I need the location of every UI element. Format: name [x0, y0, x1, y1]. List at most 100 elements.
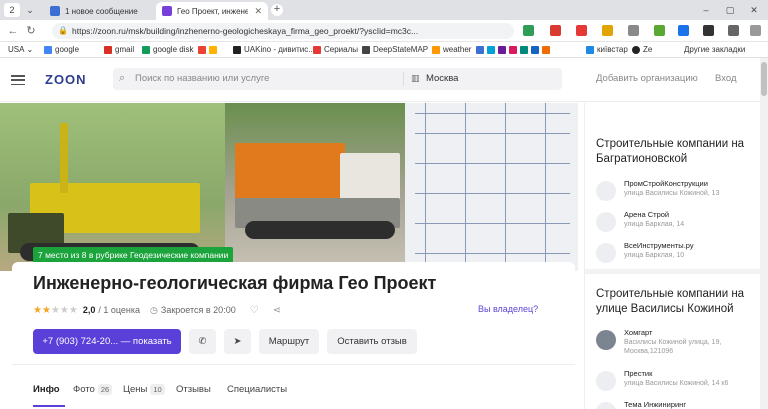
tab-prices[interactable]: Цены 10 [123, 384, 165, 395]
zoon-logo[interactable]: ZOON [45, 72, 87, 87]
tab-messages[interactable]: 1 новое сообщение [44, 2, 152, 20]
company-name: Тема Инжиниринг [624, 400, 687, 409]
extension-icon[interactable] [550, 25, 561, 36]
sidebar-section-title[interactable]: Строительные компании на Багратионовской [596, 137, 761, 167]
map-icon: ▥ [411, 73, 420, 83]
clock-icon: ◷ [150, 304, 158, 315]
bookmark-serials[interactable]: Сериалы [313, 44, 358, 56]
opening-hours[interactable]: Закроется в 20:00 [161, 305, 236, 315]
rating-count[interactable]: / 1 оценка [98, 305, 140, 315]
photo-drilling-rig-yellow[interactable] [0, 103, 225, 271]
minimize-icon[interactable]: – [700, 3, 712, 17]
star-icon[interactable]: ★ [69, 305, 78, 316]
whatsapp-icon: ✆ [198, 336, 207, 347]
bookmark-deepstatemap[interactable]: DeepStateMAP [362, 44, 428, 56]
browser-tab-bar: 2 ⌄ 1 новое сообщение Гео Проект, инжене… [0, 0, 768, 20]
map-icon [362, 46, 370, 54]
company-address: улица Барклая, 14 [624, 221, 685, 228]
other-bookmarks[interactable]: Другие закладки [684, 44, 745, 56]
lock-icon: 🔒 [58, 26, 68, 35]
extension-icon[interactable] [678, 25, 689, 36]
company-avatar [596, 212, 616, 232]
bookmark-extra[interactable] [198, 44, 220, 56]
tab-counter[interactable]: 2 [4, 3, 20, 17]
window-close-icon[interactable]: ✕ [748, 3, 760, 17]
bookmark-kyivstar[interactable]: київстар [586, 44, 628, 56]
bookmark-google[interactable]: google [44, 44, 79, 56]
sidebar: Строительные компании на Багратионовской… [584, 103, 761, 409]
uakino-icon [233, 46, 241, 54]
close-icon[interactable]: ✕ [254, 6, 262, 17]
sidebar-section-title[interactable]: Строительные компании на улице Василисы … [596, 287, 761, 317]
company-address: Василисы Кожиной улица, 19, [624, 339, 722, 346]
sidebar-company-item[interactable]: Престик улица Василисы Кожиной, 14 к6 [596, 369, 761, 393]
whatsapp-button[interactable]: ✆ [189, 329, 216, 354]
google-icon [44, 46, 52, 54]
sidebar-company-item[interactable]: Хомгарт Василисы Кожиной улица, 19, Моск… [596, 328, 761, 358]
sidebar-company-item[interactable]: Тема Инжиниринг [596, 400, 761, 409]
download-arrow-icon[interactable] [750, 25, 761, 36]
scrollbar[interactable] [760, 58, 768, 409]
search-icon: ⌕ [119, 72, 126, 84]
tab-geo-project[interactable]: Гео Проект, инженерно ✕ [156, 2, 268, 20]
share-icon[interactable]: ⋖ [273, 305, 281, 316]
bookmark-weather[interactable]: weather [432, 44, 471, 56]
extension-icon[interactable] [628, 25, 639, 36]
chevron-down-icon[interactable]: ⌄ [24, 3, 36, 17]
sidebar-company-item[interactable]: Арена Строй улица Барклая, 14 [596, 210, 761, 234]
bookmark-usa[interactable]: USA ⌄ [8, 44, 33, 56]
bookmark-gmail[interactable]: gmail [104, 44, 134, 56]
search-input[interactable]: Поиск по названию или услуге [135, 73, 269, 84]
leave-review-button[interactable]: Оставить отзыв [327, 329, 417, 354]
telegram-button[interactable]: ➤ [224, 329, 251, 354]
extension-icon[interactable] [703, 25, 714, 36]
bookmark-ze[interactable]: Ze [632, 44, 652, 56]
company-address: улица Василисы Кожиной, 14 к6 [624, 380, 729, 387]
star-icon[interactable]: ★ [42, 305, 51, 316]
photo-document-table[interactable] [405, 103, 578, 271]
tab-favicon [162, 6, 172, 16]
company-address: улица Василисы Кожиной, 13 [624, 190, 720, 197]
reload-icon[interactable]: ↻ [24, 24, 38, 38]
star-icon[interactable]: ★ [51, 305, 60, 316]
bookmark-icon [209, 46, 217, 54]
sidebar-company-item[interactable]: ПромСтройКонструкции улица Василисы Кожи… [596, 179, 761, 203]
owner-link[interactable]: Вы владелец? [478, 304, 538, 314]
route-button[interactable]: Маршрут [259, 329, 319, 354]
new-tab-button[interactable]: + [271, 4, 283, 16]
maximize-icon[interactable]: ▢ [724, 3, 736, 17]
extension-icon[interactable] [576, 25, 587, 36]
company-name: Хомгарт [624, 328, 653, 337]
photo-gallery[interactable] [0, 103, 578, 271]
add-organization-link[interactable]: Добавить организацию [596, 73, 698, 84]
back-icon[interactable]: ← [6, 24, 20, 38]
download-icon[interactable] [654, 25, 665, 36]
tab-specialists[interactable]: Специалисты [227, 384, 287, 395]
city-selector[interactable]: Москва [426, 73, 458, 84]
sidebar-company-item[interactable]: ВсеИнструменты.ру улица Барклая, 10 [596, 241, 761, 265]
login-link[interactable]: Вход [715, 73, 737, 84]
tab-info[interactable]: Инфо [33, 384, 60, 395]
extension-icon[interactable] [602, 25, 613, 36]
bookmark-google-disk[interactable]: google disk [142, 44, 193, 56]
divider [585, 269, 761, 274]
heart-icon[interactable]: ♡ [250, 305, 259, 316]
menu-icon[interactable] [728, 25, 739, 36]
tab-photos[interactable]: Фото 26 [73, 384, 113, 395]
extension-icon[interactable] [523, 25, 534, 36]
star-icon[interactable]: ★ [33, 305, 42, 316]
scrollbar-thumb[interactable] [761, 62, 767, 96]
company-avatar [596, 181, 616, 201]
photo-drilling-rig-orange[interactable] [225, 103, 405, 271]
bookmark-icons[interactable] [476, 44, 553, 56]
search-bar[interactable]: ⌕ Поиск по названию или услуге ▥ Москва [113, 68, 562, 90]
show-phone-button[interactable]: +7 (903) 724-20... — показать [33, 329, 181, 354]
company-avatar [596, 243, 616, 263]
url-field[interactable]: 🔒 https://zoon.ru/msk/building/inzhenern… [52, 23, 514, 39]
kyivstar-icon [586, 46, 594, 54]
bookmark-uakino[interactable]: UAKino - дивитис... [233, 44, 315, 56]
company-address-line2: Москва,121096 [624, 348, 674, 355]
tab-reviews[interactable]: Отзывы [176, 384, 211, 395]
star-icon[interactable]: ★ [60, 305, 69, 316]
hamburger-menu-icon[interactable] [11, 75, 25, 86]
